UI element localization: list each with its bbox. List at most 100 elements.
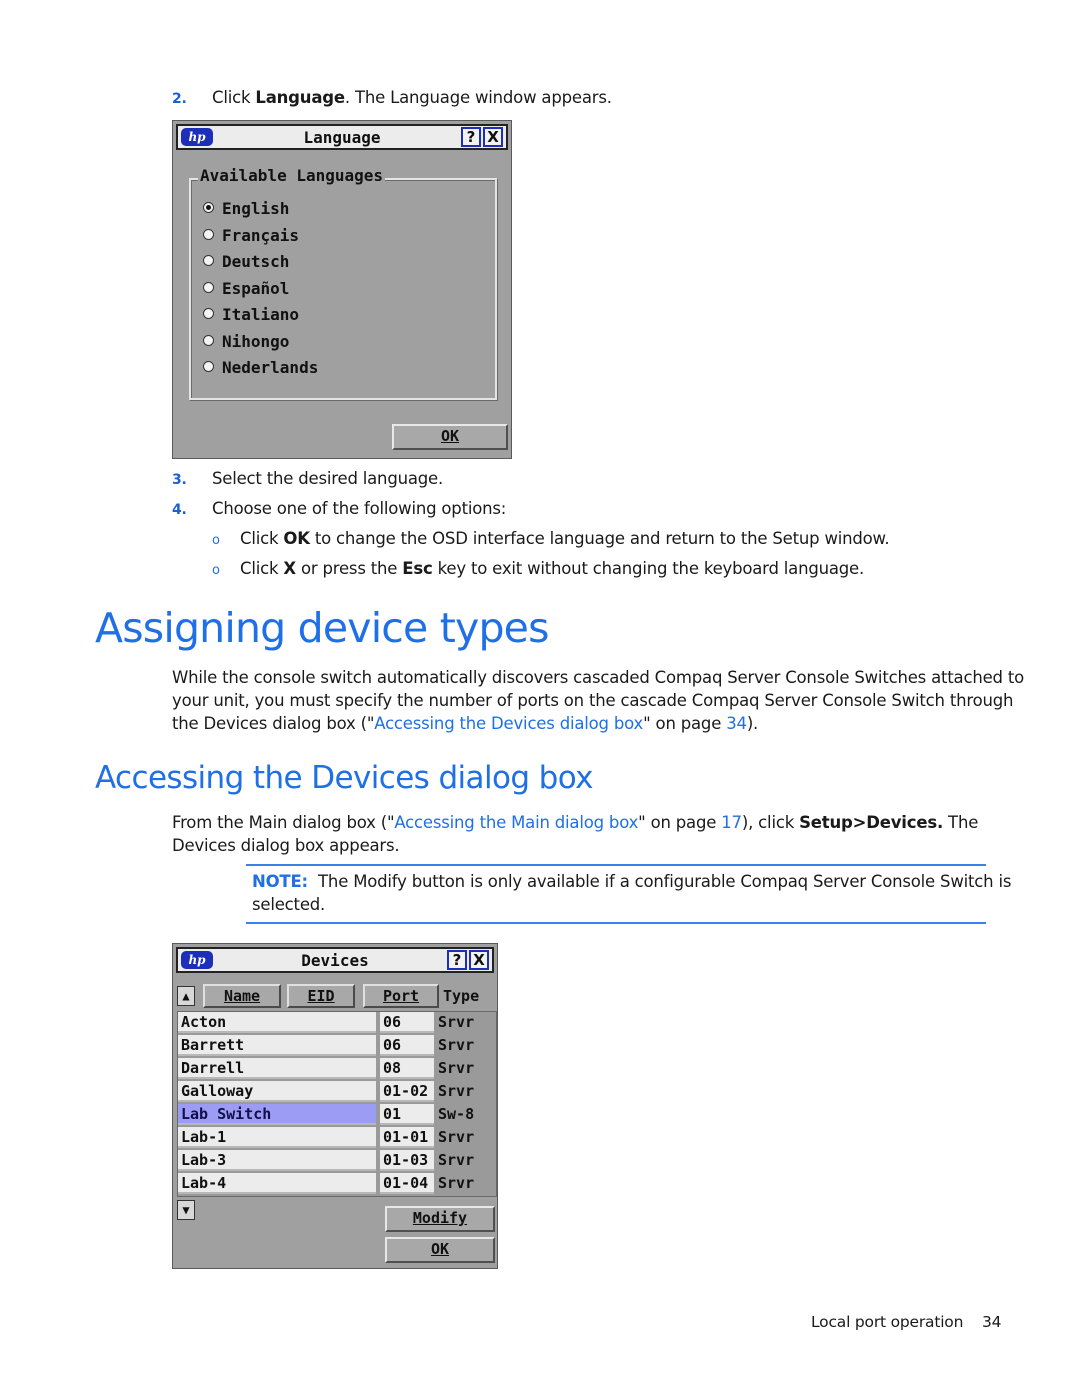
radio-icon[interactable]: [203, 361, 214, 372]
close-button[interactable]: X: [469, 950, 489, 970]
radio-label: English: [222, 199, 290, 218]
radio-icon[interactable]: [203, 282, 214, 293]
device-name-cell[interactable]: Galloway: [178, 1081, 376, 1102]
device-name-cell[interactable]: Acton: [178, 1012, 376, 1033]
link-page-17[interactable]: 17: [721, 813, 742, 832]
section1-paragraph: While the console switch automatically d…: [172, 666, 1025, 735]
radio-nihongo[interactable]: Nihongo: [203, 331, 289, 353]
column-header-type: Type: [443, 987, 480, 1005]
device-type-cell[interactable]: Srvr: [436, 1035, 492, 1056]
scroll-up-icon[interactable]: ▲: [177, 986, 195, 1006]
device-name-cell[interactable]: Barrett: [178, 1035, 376, 1056]
devices-dialog: hp Devices ? X ▲ Name EID Port Type Acto…: [172, 943, 498, 1269]
link-accessing-main-dialog[interactable]: Accessing the Main dialog box: [394, 813, 638, 832]
device-port-cell[interactable]: 01: [380, 1104, 434, 1125]
text: " on page: [643, 714, 727, 733]
radio-deutsch[interactable]: Deutsch: [203, 251, 289, 273]
radio-english[interactable]: English: [203, 198, 289, 220]
link-accessing-devices-dialog[interactable]: Accessing the Devices dialog box: [374, 714, 643, 733]
column-label: EID: [307, 987, 335, 1005]
scroll-down-icon[interactable]: ▼: [177, 1200, 195, 1220]
modify-button-label: Modify: [412, 1209, 468, 1227]
text: From the Main dialog box (": [172, 813, 395, 832]
device-port-cell[interactable]: 08: [380, 1058, 434, 1079]
page-footer: Local port operation 34: [811, 1311, 1001, 1334]
text: the Devices dialog box (": [172, 714, 375, 733]
section-heading-accessing-devices-dialog: Accessing the Devices dialog box: [95, 760, 594, 796]
radio-nederlands[interactable]: Nederlands: [203, 357, 318, 379]
ok-button-label: OK: [430, 1240, 450, 1258]
paragraph-line: While the console switch automatically d…: [172, 668, 1025, 687]
radio-italiano[interactable]: Italiano: [203, 304, 299, 326]
step-2: 2. Click Language. The Language window a…: [172, 86, 612, 111]
ok-button[interactable]: OK: [392, 424, 508, 450]
step-number: 4.: [172, 502, 187, 518]
radio-label: Italiano: [222, 305, 300, 324]
device-name-cell[interactable]: Lab-3: [178, 1150, 376, 1171]
note-text: selected.: [252, 895, 326, 914]
text: " on page: [638, 813, 722, 832]
device-port-cell[interactable]: 06: [380, 1012, 434, 1033]
device-name-cell[interactable]: Lab-4: [178, 1173, 376, 1194]
ok-button[interactable]: OK: [385, 1237, 495, 1263]
step-3: 3. Select the desired language.: [172, 467, 443, 492]
radio-label: Français: [222, 226, 300, 245]
footer-section-title: Local port operation: [811, 1313, 964, 1331]
section-heading-assigning-device-types: Assigning device types: [95, 604, 549, 652]
text: key to exit without changing the keyboar…: [432, 559, 865, 578]
device-port-cell[interactable]: 01-02: [380, 1081, 434, 1102]
device-type-cell[interactable]: Sw-8: [436, 1104, 492, 1125]
column-header-port[interactable]: Port: [363, 984, 439, 1008]
modify-button[interactable]: Modify: [385, 1206, 495, 1232]
option-bullet-2: o Click X or press the Esc key to exit w…: [212, 557, 864, 582]
device-type-cell[interactable]: Srvr: [436, 1173, 492, 1194]
device-name-cell[interactable]: Darrell: [178, 1058, 376, 1079]
close-button[interactable]: X: [483, 127, 503, 147]
device-port-cell[interactable]: 01-03: [380, 1150, 434, 1171]
radio-icon[interactable]: [203, 255, 214, 266]
radio-icon[interactable]: [203, 335, 214, 346]
text: Click: [240, 529, 284, 548]
column-label: Name: [223, 987, 261, 1005]
radio-icon[interactable]: [203, 229, 214, 240]
device-type-cell[interactable]: Srvr: [436, 1081, 492, 1102]
radio-francais[interactable]: Français: [203, 225, 299, 247]
text: The: [943, 813, 979, 832]
text: ), click: [741, 813, 800, 832]
step-text: Click: [212, 88, 256, 107]
device-name-cell[interactable]: Lab-1: [178, 1127, 376, 1148]
section2-paragraph: From the Main dialog box ("Accessing the…: [172, 811, 992, 857]
device-type-cell[interactable]: Srvr: [436, 1150, 492, 1171]
bullet-icon: o: [212, 563, 220, 578]
device-type-cell[interactable]: Srvr: [436, 1058, 492, 1079]
column-header-name[interactable]: Name: [203, 984, 281, 1008]
column-header-eid[interactable]: EID: [287, 984, 355, 1008]
device-port-cell[interactable]: 01-01: [380, 1127, 434, 1148]
dialog-title: Language: [303, 128, 381, 147]
device-type-cell[interactable]: Srvr: [436, 1127, 492, 1148]
option-bullet-1: o Click OK to change the OSD interface l…: [212, 527, 890, 552]
radio-selected-icon[interactable]: [203, 202, 214, 213]
step-number: 2.: [172, 91, 187, 107]
column-label: Port: [382, 987, 420, 1005]
ok-button-label: OK: [440, 427, 460, 445]
step-number: 3.: [172, 472, 187, 488]
note-bottom-rule: [246, 922, 986, 924]
radio-espanol[interactable]: Español: [203, 278, 289, 300]
help-button[interactable]: ?: [461, 127, 481, 147]
radio-label: Nihongo: [222, 332, 290, 351]
help-button[interactable]: ?: [447, 950, 467, 970]
note-text: The Modify button is only available if a…: [307, 872, 1012, 891]
device-type-cell[interactable]: Srvr: [436, 1012, 492, 1033]
group-label: Available Languages: [198, 166, 386, 185]
paragraph-line: your unit, you must specify the number o…: [172, 691, 1014, 710]
radio-label: Español: [222, 279, 290, 298]
dialog-titlebar: hp Devices ? X: [176, 947, 494, 973]
bullet-icon: o: [212, 533, 220, 548]
device-port-cell[interactable]: 01-04: [380, 1173, 434, 1194]
device-port-cell[interactable]: 06: [380, 1035, 434, 1056]
link-page-34[interactable]: 34: [726, 714, 747, 733]
dialog-titlebar: hp Language ? X: [176, 124, 508, 150]
device-name-cell[interactable]: Lab Switch: [178, 1104, 376, 1125]
radio-icon[interactable]: [203, 308, 214, 319]
